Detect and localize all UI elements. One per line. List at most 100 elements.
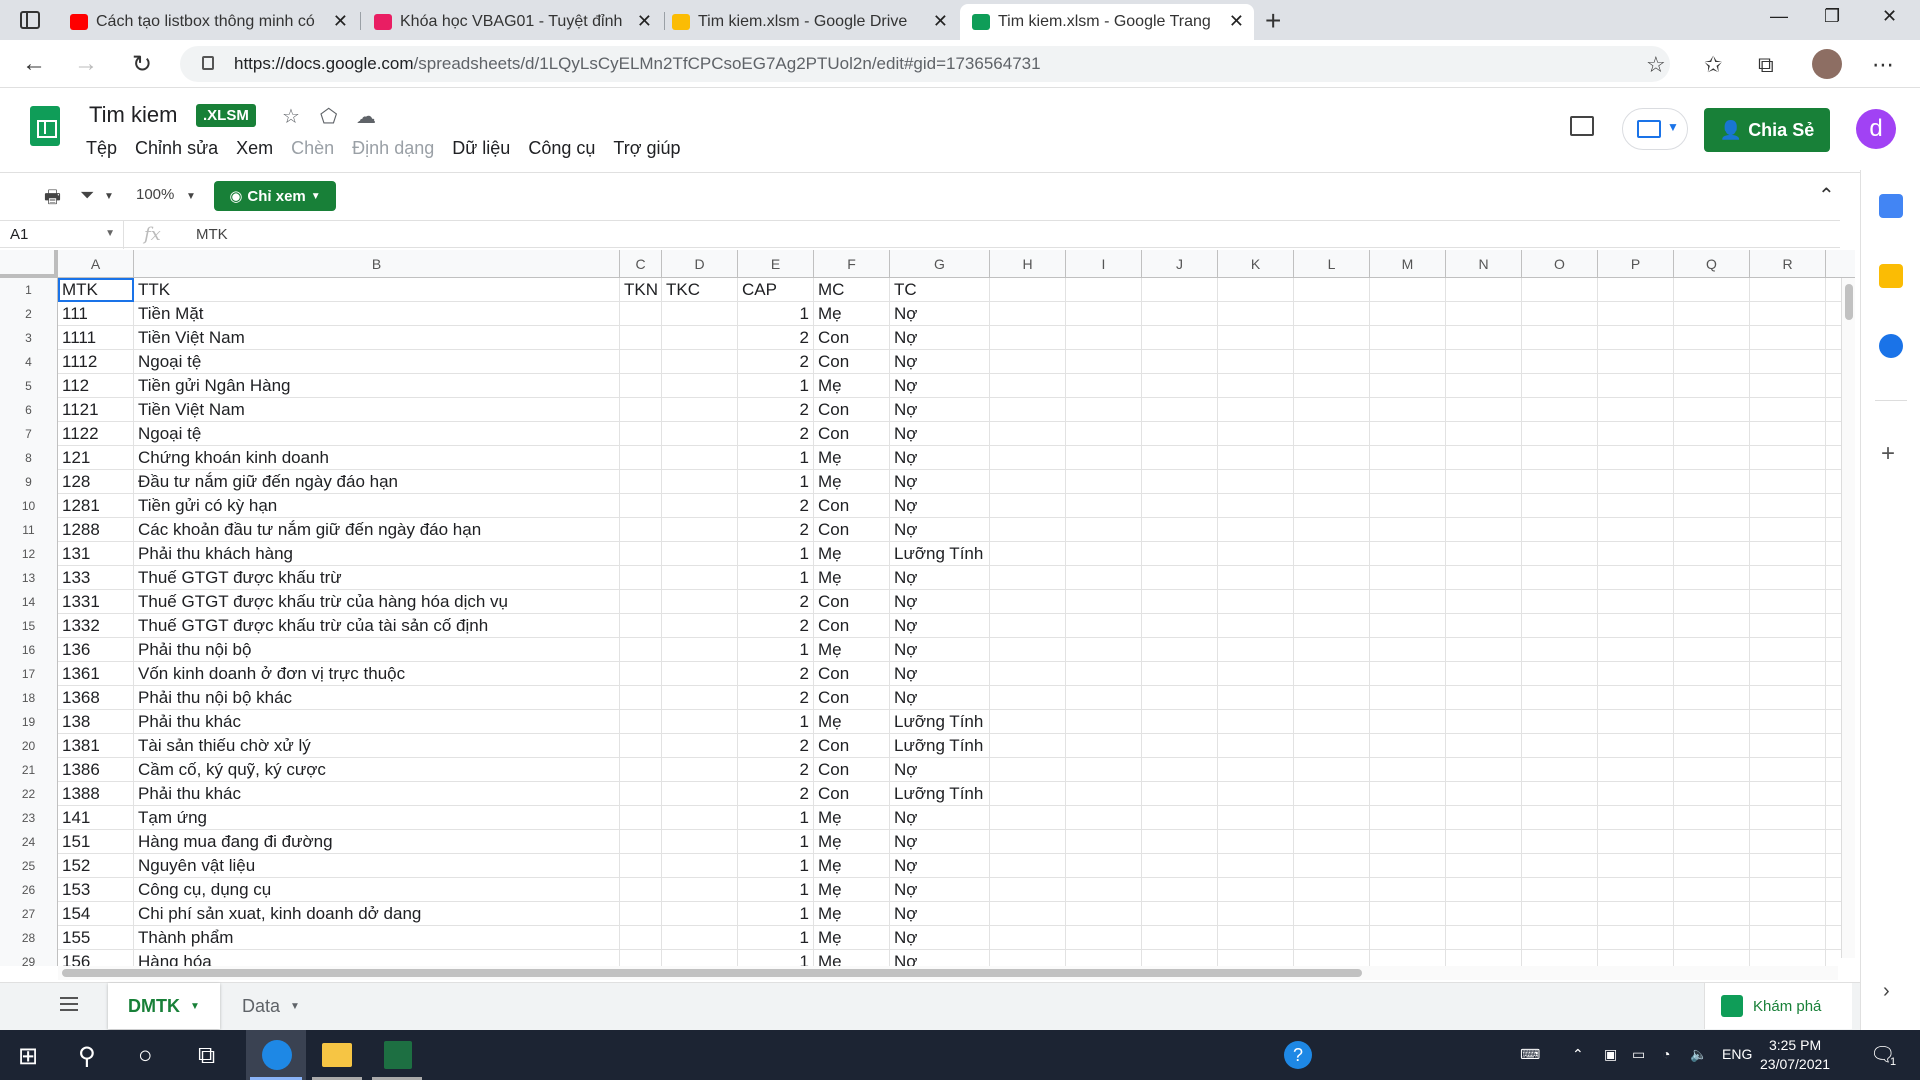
grid-cell[interactable]: 2: [738, 398, 814, 422]
grid-cell[interactable]: [1598, 782, 1674, 806]
show-side-panel-icon[interactable]: ›: [1883, 980, 1890, 1003]
grid-cell[interactable]: [1142, 326, 1218, 350]
grid-cell[interactable]: [1142, 494, 1218, 518]
column-header[interactable]: R: [1750, 250, 1826, 278]
volume-icon[interactable]: 🔈: [1690, 1046, 1707, 1063]
grid-cell[interactable]: [990, 398, 1066, 422]
grid-cell[interactable]: [620, 566, 662, 590]
grid-cell[interactable]: [620, 878, 662, 902]
grid-cell[interactable]: [1598, 710, 1674, 734]
row-header[interactable]: 4: [0, 350, 58, 374]
grid-cell[interactable]: [990, 902, 1066, 926]
grid-cell[interactable]: [1598, 830, 1674, 854]
grid-cell[interactable]: [1750, 758, 1826, 782]
grid-cell[interactable]: [1446, 902, 1522, 926]
grid-cell[interactable]: Mẹ: [814, 854, 890, 878]
grid-cell[interactable]: [1674, 278, 1750, 302]
grid-cell[interactable]: 1: [738, 566, 814, 590]
grid-cell[interactable]: 153: [58, 878, 134, 902]
grid-cell[interactable]: Nợ: [890, 470, 990, 494]
grid-cell[interactable]: [1598, 926, 1674, 950]
grid-cell[interactable]: [620, 830, 662, 854]
grid-cell[interactable]: Tạm ứng: [134, 806, 620, 830]
grid-cell[interactable]: [1446, 686, 1522, 710]
help-icon[interactable]: ?: [1284, 1041, 1312, 1069]
grid-cell[interactable]: [1294, 302, 1370, 326]
grid-cell[interactable]: [1522, 446, 1598, 470]
grid-cell[interactable]: [662, 830, 738, 854]
grid-cell[interactable]: [1294, 446, 1370, 470]
grid-cell[interactable]: [1446, 806, 1522, 830]
grid-cell[interactable]: [620, 398, 662, 422]
grid-cell[interactable]: Nợ: [890, 854, 990, 878]
grid-cell[interactable]: Hàng mua đang đi đường: [134, 830, 620, 854]
grid-cell[interactable]: 2: [738, 734, 814, 758]
user-avatar[interactable]: d: [1856, 109, 1896, 149]
grid-cell[interactable]: Nợ: [890, 686, 990, 710]
grid-cell[interactable]: [990, 542, 1066, 566]
grid-cell[interactable]: 1368: [58, 686, 134, 710]
grid-cell[interactable]: [1522, 806, 1598, 830]
menu-tools[interactable]: Công cụ: [528, 138, 595, 159]
grid-cell[interactable]: 1361: [58, 662, 134, 686]
grid-cell[interactable]: 1: [738, 926, 814, 950]
grid-cell[interactable]: [1674, 542, 1750, 566]
grid-cell[interactable]: 1112: [58, 350, 134, 374]
url-input[interactable]: https://docs.google.com/spreadsheets/d/1…: [180, 46, 1670, 82]
grid-cell[interactable]: Tiền gửi có kỳ hạn: [134, 494, 620, 518]
grid-cell[interactable]: [1446, 566, 1522, 590]
grid-cell[interactable]: 151: [58, 830, 134, 854]
grid-cell[interactable]: [1218, 374, 1294, 398]
grid-cell[interactable]: [1446, 350, 1522, 374]
grid-cell[interactable]: [1294, 518, 1370, 542]
grid-cell[interactable]: [1522, 782, 1598, 806]
grid-cell[interactable]: Tài sản thiếu chờ xử lý: [134, 734, 620, 758]
grid-cell[interactable]: [1066, 638, 1142, 662]
grid-cell[interactable]: [1370, 518, 1446, 542]
grid-cell[interactable]: [1370, 710, 1446, 734]
tasks-icon[interactable]: [1879, 334, 1903, 358]
row-header[interactable]: 2: [0, 302, 58, 326]
grid-cell[interactable]: [1674, 302, 1750, 326]
grid-cell[interactable]: Ngoại tệ: [134, 350, 620, 374]
grid-cell[interactable]: [1066, 686, 1142, 710]
grid-cell[interactable]: [1446, 470, 1522, 494]
new-tab-icon[interactable]: +: [1265, 5, 1281, 37]
grid-cell[interactable]: [620, 806, 662, 830]
grid-cell[interactable]: [620, 422, 662, 446]
grid-cell[interactable]: [620, 494, 662, 518]
grid-cell[interactable]: [1218, 422, 1294, 446]
grid-cell[interactable]: [1674, 470, 1750, 494]
grid-cell[interactable]: [1370, 950, 1446, 966]
row-header[interactable]: 14: [0, 590, 58, 614]
grid-cell[interactable]: 128: [58, 470, 134, 494]
grid-cell[interactable]: [1294, 662, 1370, 686]
grid-cell[interactable]: [1370, 566, 1446, 590]
grid-cell[interactable]: [662, 470, 738, 494]
browser-tab-2[interactable]: Khóa học VBAG01 - Tuyệt đỉnh V ✕: [362, 4, 662, 40]
grid-cell[interactable]: 1: [738, 638, 814, 662]
grid-cell[interactable]: [1598, 398, 1674, 422]
grid-cell[interactable]: [1370, 902, 1446, 926]
grid-cell[interactable]: 1: [738, 830, 814, 854]
grid-cell[interactable]: [1598, 302, 1674, 326]
grid-cell[interactable]: [990, 638, 1066, 662]
grid-cell[interactable]: [1446, 854, 1522, 878]
grid-cell[interactable]: 2: [738, 422, 814, 446]
grid-cell[interactable]: [990, 374, 1066, 398]
explore-button[interactable]: Khám phá: [1704, 983, 1852, 1029]
menu-view[interactable]: Xem: [236, 138, 273, 159]
grid-cell[interactable]: [1218, 950, 1294, 966]
grid-cell[interactable]: [1598, 854, 1674, 878]
grid-cell[interactable]: Nợ: [890, 590, 990, 614]
grid-cell[interactable]: [1294, 638, 1370, 662]
grid-cell[interactable]: Con: [814, 758, 890, 782]
grid-cell[interactable]: [1294, 422, 1370, 446]
grid-cell[interactable]: [1750, 854, 1826, 878]
grid-cell[interactable]: [1218, 686, 1294, 710]
grid-cell[interactable]: [1218, 326, 1294, 350]
grid-cell[interactable]: Nguyên vật liệu: [134, 854, 620, 878]
grid-cell[interactable]: [1750, 446, 1826, 470]
grid-cell[interactable]: [1674, 758, 1750, 782]
grid-cell[interactable]: Nợ: [890, 902, 990, 926]
